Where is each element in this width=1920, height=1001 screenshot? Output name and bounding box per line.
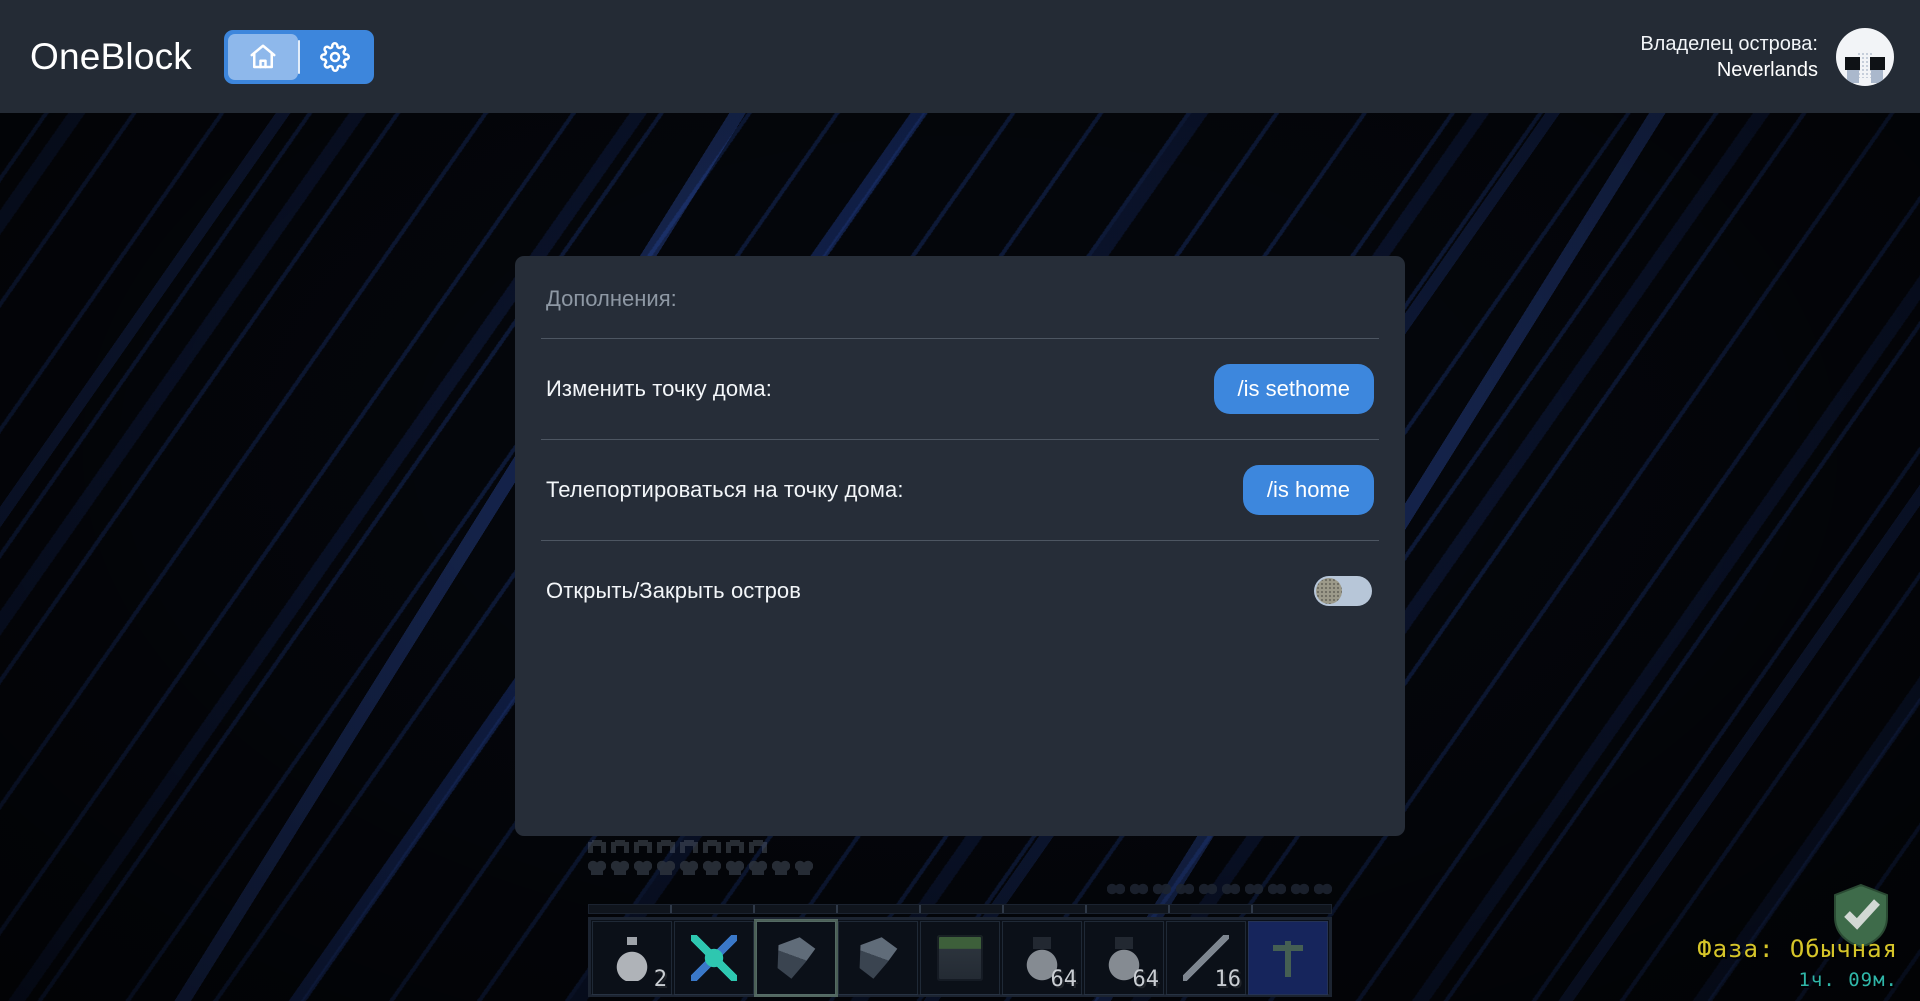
island-open-toggle[interactable]	[1314, 576, 1372, 606]
sethome-command-button[interactable]: /is sethome	[1213, 364, 1374, 414]
home-icon	[248, 42, 278, 72]
island-owner-name: Neverlands	[1716, 58, 1818, 81]
phase-time-remaining: 1ч. 09м.	[1798, 969, 1898, 991]
row-sethome: Изменить точку дома: /is sethome	[541, 339, 1379, 439]
phase-widget: Фаза: Обычная 1ч. 09м.	[1697, 935, 1898, 991]
home-command-button[interactable]: /is home	[1242, 465, 1374, 515]
toggle-knob	[1316, 578, 1342, 604]
nav-button-settings[interactable]	[300, 34, 370, 80]
island-owner-text: Владелец острова: Neverlands	[1640, 31, 1818, 83]
island-owner-label: Владелец острова:	[1640, 32, 1818, 55]
row-island-open: Открыть/Закрыть остров	[541, 541, 1379, 641]
row-home: Телепортироваться на точку дома: /is hom…	[541, 440, 1379, 540]
phase-label: Фаза: Обычная	[1697, 935, 1898, 963]
app-header: OneBlock Владелец острова: Neverlands	[0, 0, 1920, 113]
row-label-sethome: Изменить точку дома:	[546, 376, 772, 401]
page-title: OneBlock	[30, 35, 193, 77]
nav-button-home[interactable]	[228, 33, 299, 80]
gear-icon	[320, 41, 350, 72]
island-owner-block: Владелец острова: Neverlands	[1640, 27, 1894, 86]
row-label-island-open: Открыть/Закрыть остров	[546, 578, 802, 603]
row-label-home: Телепортироваться на точку дома:	[546, 477, 904, 502]
avatar-cheek-left	[1847, 69, 1859, 83]
addons-panel: Дополнения: Изменить точку дома: /is set…	[515, 256, 1405, 836]
avatar-eye-right	[1870, 56, 1885, 70]
nav-button-group	[224, 29, 375, 84]
panel-title: Дополнения:	[546, 286, 677, 311]
avatar-cheek-right	[1871, 69, 1883, 83]
avatar-eye-left	[1845, 56, 1860, 70]
avatar[interactable]	[1836, 27, 1894, 86]
